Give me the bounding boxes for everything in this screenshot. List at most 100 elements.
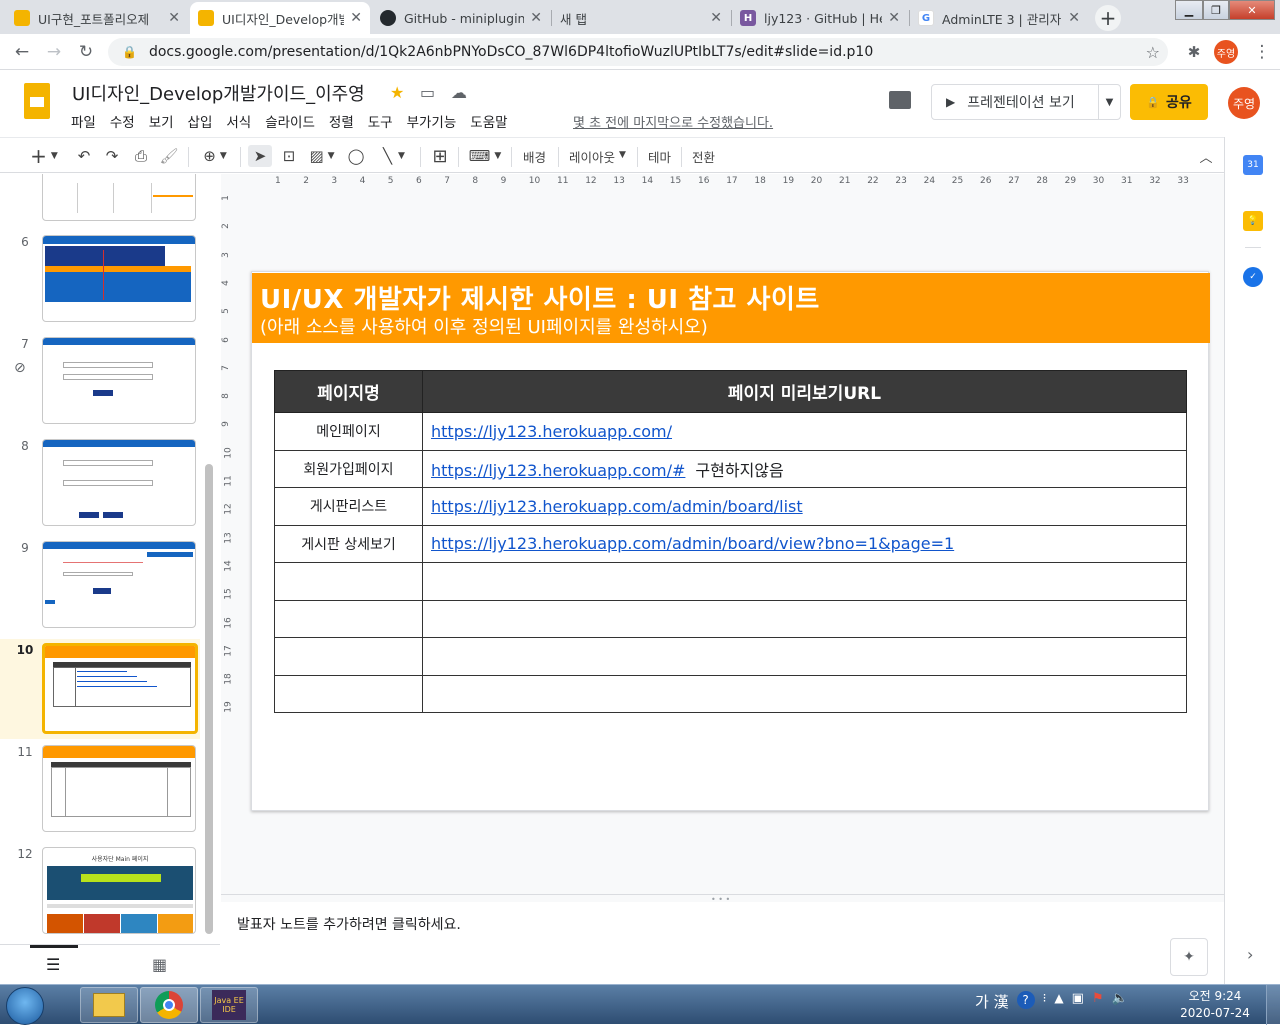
- filmstrip-view-icon[interactable]: ☰: [46, 955, 60, 974]
- clock[interactable]: 오전 9:24 2020-07-24: [1180, 988, 1250, 1022]
- last-edit-link[interactable]: 몇 초 전에 마지막으로 수정했습니다.: [573, 112, 773, 131]
- slide-thumbnail[interactable]: [42, 235, 196, 322]
- print-icon[interactable]: ⎙: [129, 145, 153, 167]
- forward-icon[interactable]: →: [42, 40, 66, 64]
- zoom-icon[interactable]: ⊕ ▼: [196, 145, 234, 167]
- page-name-cell[interactable]: 게시판 상세보기: [274, 524, 423, 563]
- ime-indicator[interactable]: 가 漢: [975, 991, 1009, 1012]
- url-cell[interactable]: [422, 637, 1187, 676]
- column-header[interactable]: 페이지 미리보기URL: [422, 370, 1187, 413]
- star-icon[interactable]: ★: [390, 83, 404, 102]
- calendar-icon[interactable]: 31: [1243, 155, 1263, 175]
- url-cell[interactable]: https://ljy123.herokuapp.com/admin/board…: [422, 524, 1187, 563]
- settings-icon[interactable]: ⁝: [1043, 991, 1047, 1012]
- new-slide-icon[interactable]: + ▼: [26, 144, 62, 168]
- slide-subtitle[interactable]: (아래 소스를 사용하여 이후 정의된 UI페이지를 완성하시오): [260, 313, 708, 339]
- browser-tab[interactable]: G AdminLTE 3 | 관리자 ✕: [910, 2, 1088, 34]
- new-tab-button[interactable]: +: [1095, 5, 1121, 31]
- present-button[interactable]: ▶ 프레젠테이션 보기 ▼: [931, 84, 1121, 120]
- page-name-cell[interactable]: [274, 674, 423, 713]
- slide-thumbnail[interactable]: 사용자단 Main 페이지: [42, 847, 196, 934]
- menu-insert[interactable]: 삽입: [188, 111, 213, 131]
- url-link[interactable]: https://ljy123.herokuapp.com/#: [431, 461, 685, 480]
- chevron-down-icon[interactable]: ▼: [1098, 85, 1120, 119]
- url-input[interactable]: 🔒 docs.google.com/presentation/d/1Qk2A6n…: [108, 38, 1168, 66]
- url-link[interactable]: https://ljy123.herokuapp.com/: [431, 422, 672, 441]
- network-icon[interactable]: ▣: [1072, 991, 1084, 1012]
- help-icon[interactable]: ?: [1016, 991, 1035, 1009]
- back-icon[interactable]: ←: [10, 40, 34, 64]
- tasks-icon[interactable]: ✓: [1243, 267, 1263, 287]
- extensions-icon[interactable]: ✱: [1182, 40, 1206, 64]
- undo-icon[interactable]: ↶: [72, 145, 96, 167]
- page-name-cell[interactable]: [274, 637, 423, 676]
- tray-expand-icon[interactable]: ▲: [1054, 991, 1063, 1012]
- share-button[interactable]: 🔒 공유: [1130, 84, 1208, 120]
- browser-menu-icon[interactable]: ⋮: [1250, 40, 1274, 64]
- slide-title-banner[interactable]: UI/UX 개발자가 제시한 사이트 : UI 참고 사이트 (아래 소스를 사…: [252, 273, 1210, 343]
- redo-icon[interactable]: ↷: [100, 145, 124, 167]
- page-name-cell[interactable]: 회원가입페이지: [274, 449, 423, 488]
- browser-tab-active[interactable]: UI디자인_Develop개발 ✕: [190, 2, 370, 34]
- page-name-cell[interactable]: [274, 599, 423, 638]
- menu-tools[interactable]: 도구: [368, 111, 393, 131]
- table-row[interactable]: [274, 674, 1187, 713]
- column-header[interactable]: 페이지명: [274, 370, 423, 413]
- browser-tab[interactable]: GitHub - miniplugin/ ✕: [372, 2, 550, 34]
- browser-tab[interactable]: UI구현_포트폴리오제 ✕: [6, 2, 188, 34]
- explore-assist-button[interactable]: ✦: [1170, 938, 1208, 976]
- chevron-right-icon[interactable]: ›: [1247, 945, 1253, 964]
- layout-button[interactable]: 레이아웃: [569, 147, 615, 166]
- maximize-button[interactable]: ❐: [1203, 0, 1229, 20]
- eclipse-icon[interactable]: Java EE IDE: [200, 987, 258, 1023]
- slide-thumbnail[interactable]: [42, 439, 196, 526]
- close-icon[interactable]: ✕: [710, 10, 722, 26]
- table-row[interactable]: [274, 599, 1187, 638]
- menu-arrange[interactable]: 정렬: [329, 111, 354, 131]
- image-icon[interactable]: ▨ ▼: [305, 145, 339, 167]
- speaker-notes-placeholder[interactable]: 발표자 노트를 추가하려면 클릭하세요.: [237, 914, 461, 934]
- collapse-toolbar-icon[interactable]: ︿: [1196, 145, 1216, 167]
- grid-view-icon[interactable]: ▦: [152, 955, 167, 974]
- select-cursor-icon[interactable]: ➤: [248, 145, 272, 167]
- keep-icon[interactable]: 💡: [1243, 211, 1263, 231]
- slides-logo-icon[interactable]: [24, 83, 50, 119]
- slide[interactable]: UI/UX 개발자가 제시한 사이트 : UI 참고 사이트 (아래 소스를 사…: [251, 271, 1210, 811]
- insert-comment-icon[interactable]: ⊞: [428, 145, 452, 167]
- url-link[interactable]: https://ljy123.herokuapp.com/admin/board…: [431, 497, 803, 516]
- transition-button[interactable]: 전환: [692, 147, 715, 166]
- action-center-icon[interactable]: ⚑: [1092, 991, 1104, 1012]
- url-table[interactable]: 페이지명 페이지 미리보기URL 메인페이지 https://ljy123.her…: [274, 370, 1187, 713]
- url-cell[interactable]: https://ljy123.herokuapp.com/: [422, 412, 1187, 451]
- close-icon[interactable]: ✕: [530, 10, 542, 26]
- menu-file[interactable]: 파일: [71, 111, 96, 131]
- explorer-icon[interactable]: [80, 987, 138, 1023]
- browser-tab[interactable]: 새 탭 ✕: [552, 2, 730, 34]
- close-icon[interactable]: ✕: [350, 10, 362, 26]
- close-icon[interactable]: ✕: [1068, 10, 1080, 26]
- close-icon[interactable]: ✕: [888, 10, 900, 26]
- url-cell[interactable]: [422, 599, 1187, 638]
- slide-title[interactable]: UI/UX 개발자가 제시한 사이트 : UI 참고 사이트: [260, 279, 820, 316]
- slide-thumbnail[interactable]: [42, 337, 196, 424]
- line-icon[interactable]: ╲ ▼: [374, 145, 414, 167]
- table-row[interactable]: [274, 637, 1187, 676]
- start-button[interactable]: [6, 987, 44, 1025]
- profile-avatar[interactable]: 주영: [1214, 40, 1238, 64]
- table-row[interactable]: [274, 562, 1187, 601]
- page-name-cell[interactable]: [274, 562, 423, 601]
- text-box-icon[interactable]: ⊡: [277, 145, 301, 167]
- menu-help[interactable]: 도움말: [470, 111, 507, 131]
- page-name-cell[interactable]: 게시판리스트: [274, 487, 423, 526]
- url-cell[interactable]: [422, 562, 1187, 601]
- input-tools-icon[interactable]: ⌨ ▼: [466, 145, 504, 167]
- minimize-button[interactable]: ▁: [1175, 0, 1203, 20]
- slide-thumbnail[interactable]: [42, 745, 196, 832]
- table-row[interactable]: 게시판 상세보기 https://ljy123.herokuapp.com/adm…: [274, 524, 1187, 563]
- window-close-button[interactable]: ✕: [1229, 0, 1275, 20]
- slide-thumbnail[interactable]: [42, 541, 196, 628]
- bookmark-star-icon[interactable]: ☆: [1146, 43, 1160, 62]
- menu-edit[interactable]: 수정: [110, 111, 135, 131]
- menu-slide[interactable]: 슬라이드: [265, 111, 315, 131]
- paint-format-icon[interactable]: 🖌: [157, 145, 181, 167]
